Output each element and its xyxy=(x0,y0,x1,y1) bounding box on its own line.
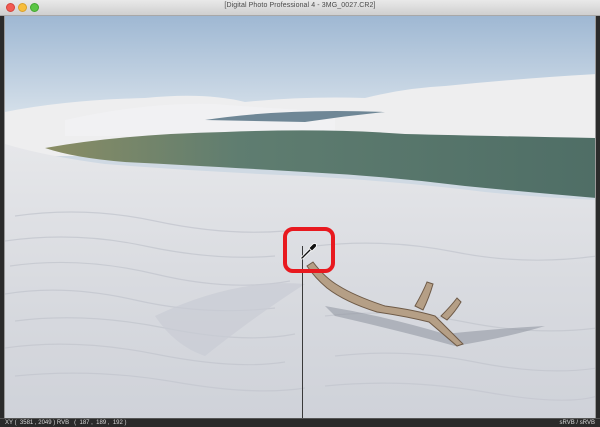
pixel-readout: XY ( 3581 , 2049 ) RVB ( 187 , 189 , 192… xyxy=(5,420,127,426)
status-bar: XY ( 3581 , 2049 ) RVB ( 187 , 189 , 192… xyxy=(0,418,600,427)
window-title: [Digital Photo Professional 4 - 3MG_0027… xyxy=(224,2,376,9)
image-viewport[interactable] xyxy=(4,16,596,418)
color-profile-readout: sRVB / sRVB xyxy=(559,420,595,426)
title-bar: [Digital Photo Professional 4 - 3MG_0027… xyxy=(0,0,600,16)
photo-preview xyxy=(5,16,595,418)
eyedropper-icon xyxy=(300,243,317,260)
